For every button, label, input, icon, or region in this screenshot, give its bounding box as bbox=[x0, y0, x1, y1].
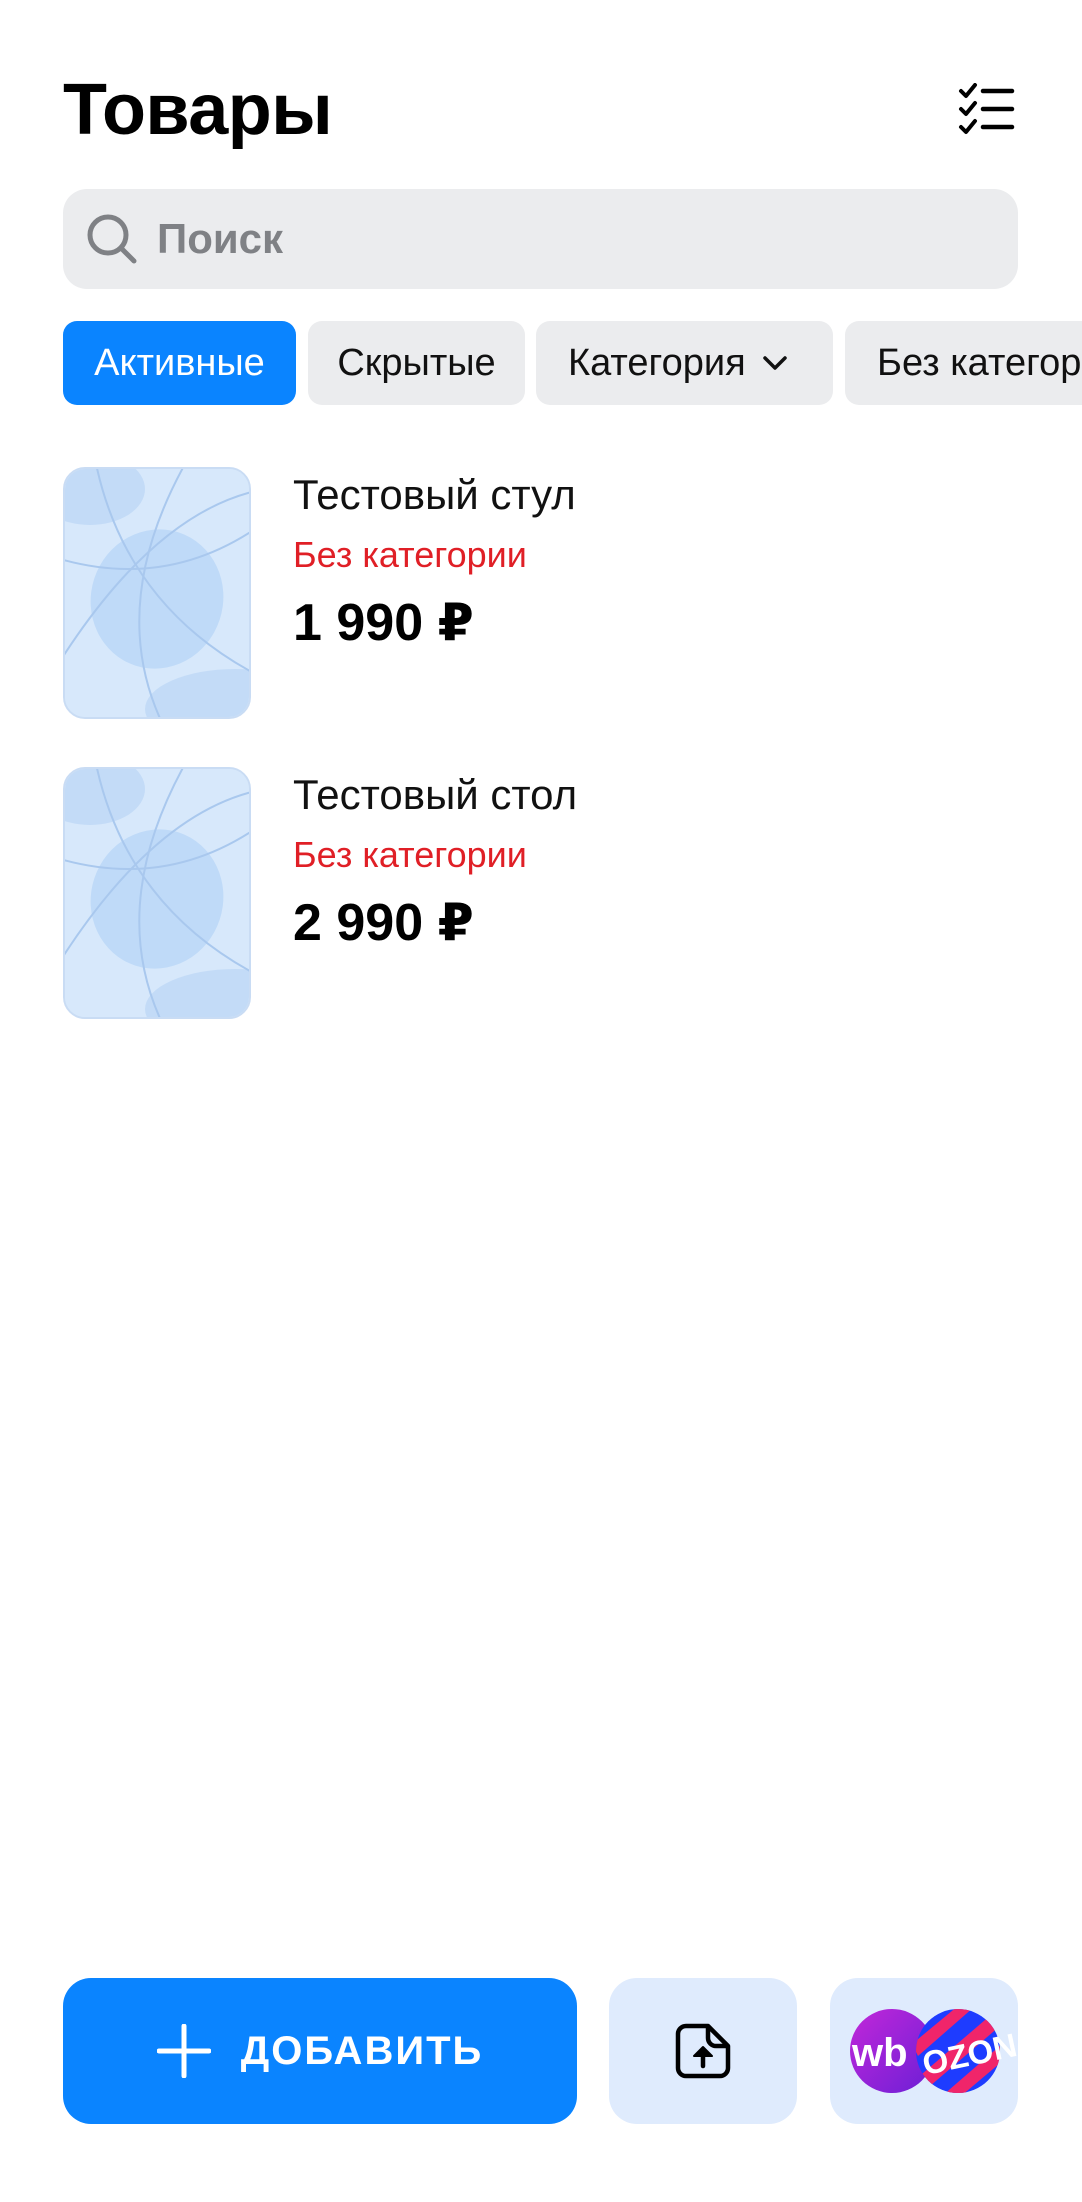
plus-icon bbox=[156, 2024, 211, 2078]
product-image-placeholder bbox=[63, 767, 251, 1019]
marketplaces-button[interactable]: wb OZON bbox=[830, 1978, 1018, 2124]
search-icon bbox=[87, 214, 137, 264]
product-item[interactable]: Тестовый стул Без категории 1 990 ₽ bbox=[63, 467, 1023, 719]
filter-label: Без категории bbox=[877, 342, 1082, 384]
import-file-button[interactable] bbox=[609, 1978, 797, 2124]
add-button-label: ДОБАВИТЬ bbox=[240, 2028, 484, 2073]
checklist-icon bbox=[959, 83, 1015, 134]
filter-no-category[interactable]: Без категории bbox=[845, 321, 1082, 405]
image-placeholder-icon bbox=[65, 769, 249, 1017]
image-placeholder-icon bbox=[65, 469, 249, 717]
add-product-button[interactable]: ДОБАВИТЬ bbox=[63, 1978, 577, 2124]
filter-label: Активные bbox=[94, 342, 265, 384]
search-input[interactable] bbox=[157, 189, 997, 289]
product-price: 2 990 ₽ bbox=[293, 894, 474, 952]
product-category: Без категории bbox=[293, 534, 527, 575]
filter-label: Скрытые bbox=[337, 342, 496, 384]
page-title: Товары bbox=[63, 70, 333, 150]
product-price: 1 990 ₽ bbox=[293, 594, 474, 652]
filter-label: Категория bbox=[568, 342, 746, 384]
filter-category-dropdown[interactable]: Категория bbox=[536, 321, 833, 405]
search-bar[interactable] bbox=[63, 189, 1018, 289]
chevron-down-icon bbox=[762, 356, 787, 370]
file-upload-icon bbox=[675, 2023, 731, 2079]
filter-hidden[interactable]: Скрытые bbox=[308, 321, 525, 405]
select-mode-button[interactable] bbox=[955, 80, 1017, 138]
product-item[interactable]: Тестовый стол Без категории 2 990 ₽ bbox=[63, 767, 1023, 1019]
product-name: Тестовый стол bbox=[293, 771, 578, 818]
filter-active[interactable]: Активные bbox=[63, 321, 296, 405]
product-image-placeholder bbox=[63, 467, 251, 719]
wb-ozon-logo-icon: wb OZON bbox=[850, 2009, 1018, 2093]
product-category: Без категории bbox=[293, 834, 527, 875]
product-name: Тестовый стул bbox=[293, 471, 576, 518]
filter-chips: Активные Скрытые Категория Без категории bbox=[63, 321, 1082, 405]
svg-text:wb: wb bbox=[851, 2031, 908, 2075]
